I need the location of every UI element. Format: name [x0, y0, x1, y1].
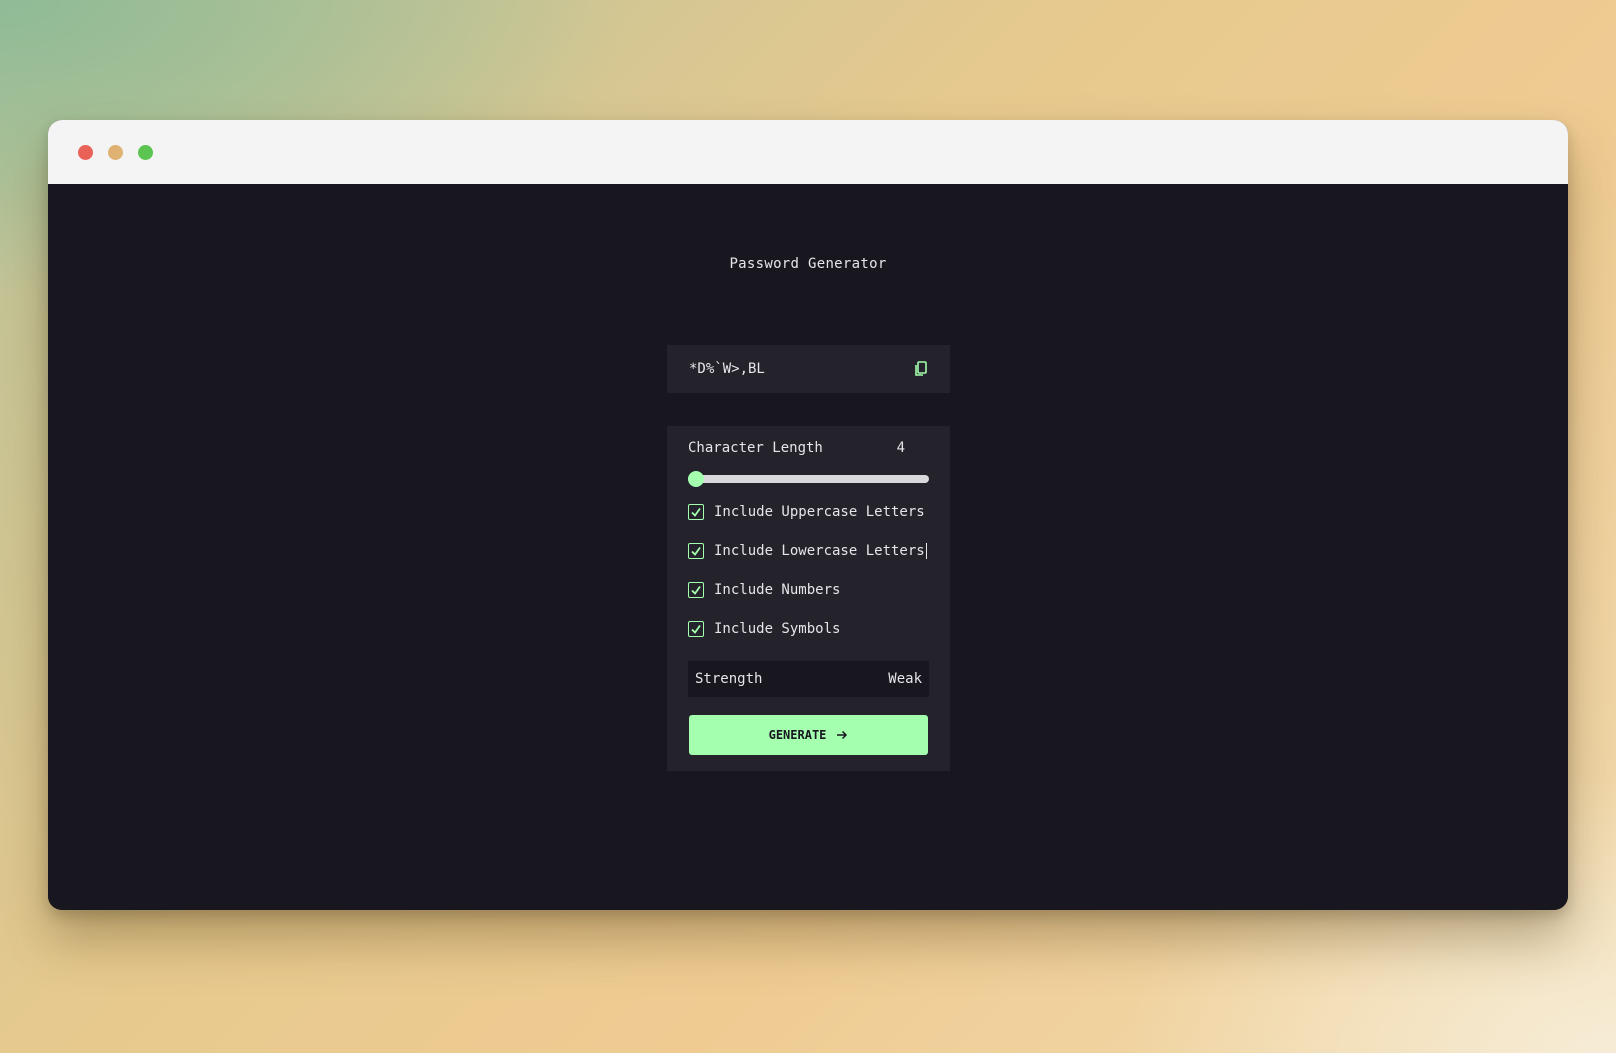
generate-button[interactable]: GENERATE — [689, 715, 928, 755]
check-icon — [691, 585, 701, 595]
strength-meter: Strength Weak — [688, 661, 929, 697]
option-numbers[interactable]: Include Numbers — [688, 582, 840, 598]
character-length-value: 4 — [896, 440, 905, 456]
copy-icon[interactable] — [914, 361, 928, 377]
option-label: Include Lowercase Letters — [714, 543, 925, 559]
option-label: Include Symbols — [714, 621, 841, 637]
settings-panel: Character Length 4 Include Uppercase Let… — [667, 426, 950, 771]
slider-thumb[interactable] — [688, 471, 704, 487]
text-cursor — [925, 543, 927, 559]
option-label: Include Uppercase Letters — [714, 504, 925, 520]
length-slider[interactable] — [688, 471, 929, 487]
character-length-row: Character Length 4 — [688, 440, 929, 456]
close-window-button[interactable] — [78, 145, 93, 160]
password-output: *D%`W>,BL — [667, 345, 950, 393]
minimize-window-button[interactable] — [108, 145, 123, 160]
arrow-right-icon — [837, 730, 848, 740]
generate-label: GENERATE — [768, 728, 827, 742]
option-symbols[interactable]: Include Symbols — [688, 621, 840, 637]
maximize-window-button[interactable] — [138, 145, 153, 160]
app-content: Password Generator *D%`W>,BL Character L… — [48, 184, 1568, 910]
strength-label: Strength — [695, 671, 763, 687]
strength-value: Weak — [888, 671, 922, 687]
character-length-label: Character Length — [688, 440, 823, 456]
check-icon — [691, 624, 701, 634]
option-label: Include Numbers — [714, 582, 841, 598]
browser-window: Password Generator *D%`W>,BL Character L… — [48, 120, 1568, 910]
option-lowercase[interactable]: Include Lowercase Letters — [688, 543, 927, 559]
check-icon — [691, 546, 701, 556]
option-uppercase[interactable]: Include Uppercase Letters — [688, 504, 925, 520]
checkbox-symbols[interactable] — [688, 621, 704, 637]
checkbox-lowercase[interactable] — [688, 543, 704, 559]
check-icon — [691, 507, 701, 517]
password-text: *D%`W>,BL — [689, 361, 765, 377]
checkbox-uppercase[interactable] — [688, 504, 704, 520]
checkbox-numbers[interactable] — [688, 582, 704, 598]
window-titlebar — [48, 120, 1568, 185]
page-title: Password Generator — [729, 256, 887, 272]
